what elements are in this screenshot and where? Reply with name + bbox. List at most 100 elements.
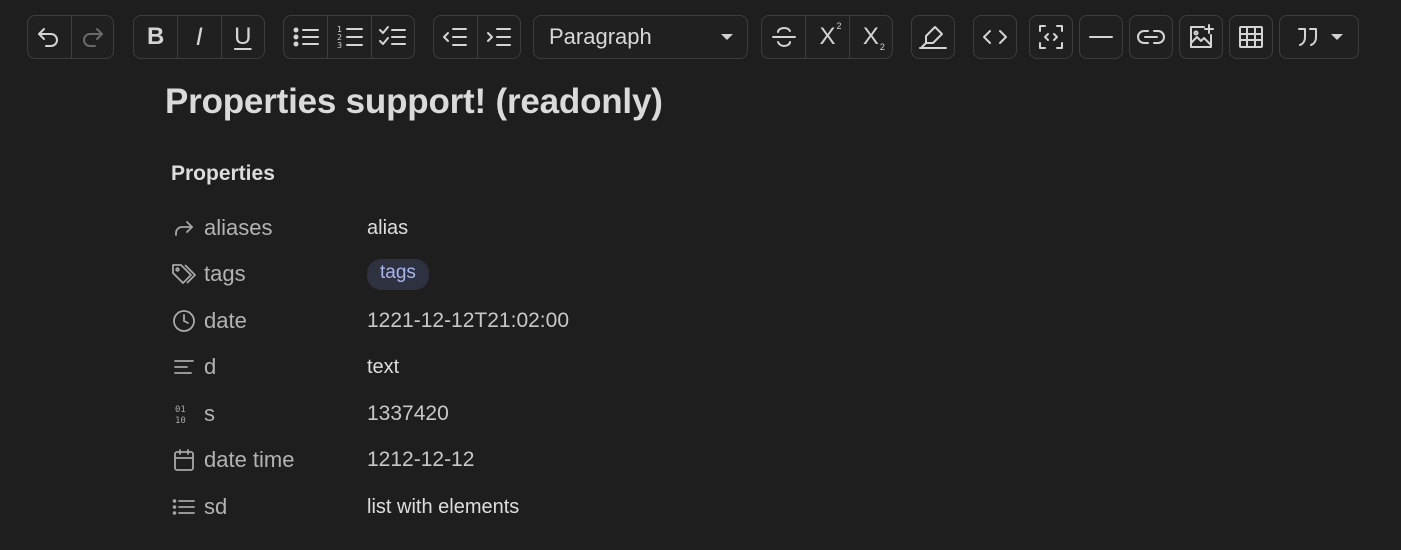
horizontal-rule-button[interactable]	[1080, 16, 1122, 58]
property-key-label: d	[204, 354, 217, 379]
svg-text:10: 10	[175, 416, 186, 425]
property-row-date[interactable]: date 1221-12-12T21:02:00	[171, 303, 871, 339]
inline-code-button[interactable]	[974, 16, 1016, 58]
link-group	[1129, 15, 1173, 59]
underline-icon: U	[234, 23, 252, 50]
superscript-mark: 2	[836, 21, 842, 31]
tag-pill[interactable]: tags	[367, 258, 429, 290]
property-value: text	[367, 355, 400, 378]
property-row-tags[interactable]: tags tags	[171, 256, 871, 292]
bullet-list-icon	[292, 25, 320, 49]
property-key-label: tags	[204, 261, 246, 286]
script-group: X2 X2	[761, 15, 893, 59]
highlight-group	[911, 15, 955, 59]
task-list-button[interactable]	[370, 16, 414, 58]
property-row-d[interactable]: d text	[171, 349, 871, 385]
property-row-sd[interactable]: sd list with elements	[171, 489, 871, 525]
property-key: d	[171, 354, 367, 380]
redo-icon	[79, 25, 105, 49]
subscript-mark: 2	[879, 42, 885, 52]
paragraph-style-value: Paragraph	[549, 24, 652, 49]
strikethrough-button[interactable]	[762, 16, 805, 58]
table-icon	[1238, 24, 1264, 50]
code-block-icon	[1038, 24, 1064, 50]
subscript-button[interactable]: X2	[848, 16, 892, 58]
subscript-icon: X2	[862, 23, 885, 53]
highlight-button[interactable]	[912, 16, 954, 58]
link-icon	[1136, 27, 1166, 47]
property-row-s[interactable]: 01 10 s 1337420	[171, 396, 871, 432]
code-block-group	[1029, 15, 1073, 59]
list-icon	[171, 494, 197, 520]
undo-button[interactable]	[28, 16, 71, 58]
property-key: date	[171, 308, 367, 334]
property-value: tags	[367, 258, 429, 290]
quote-icon	[1295, 25, 1321, 49]
link-button[interactable]	[1130, 16, 1172, 58]
blockquote-button[interactable]	[1280, 16, 1358, 58]
tags-icon	[171, 261, 197, 287]
property-value: 1221-12-12T21:02:00	[367, 309, 569, 332]
property-key-label: aliases	[204, 215, 273, 240]
bold-button[interactable]: B	[134, 16, 177, 58]
property-value: alias	[367, 216, 409, 239]
property-row-date-time[interactable]: date time 1212-12-12	[171, 442, 871, 478]
redo-button[interactable]	[70, 16, 114, 58]
property-key: 01 10 s	[171, 401, 367, 427]
highlighter-icon	[918, 24, 948, 50]
italic-icon: I	[195, 23, 204, 51]
binary-number-icon: 01 10	[171, 401, 197, 427]
task-list-icon	[378, 25, 407, 49]
format-group: B I U	[133, 15, 265, 59]
bullet-list-button[interactable]	[284, 16, 327, 58]
add-image-icon	[1187, 23, 1215, 51]
chevron-down-icon	[721, 34, 733, 40]
code-group	[973, 15, 1017, 59]
paragraph-style-select[interactable]: Paragraph	[533, 15, 748, 59]
outdent-button[interactable]	[434, 16, 477, 58]
superscript-button[interactable]: X2	[805, 16, 848, 58]
svg-text:3: 3	[337, 41, 342, 50]
property-key-label: s	[204, 401, 215, 426]
editor-toolbar: B I U 123 Paragraph X 2 X 2	[0, 0, 1401, 76]
code-icon	[981, 26, 1009, 48]
text-lines-icon	[171, 354, 197, 380]
insert-table-button[interactable]	[1230, 16, 1272, 58]
property-key-label: date time	[204, 447, 295, 472]
property-value: 1212-12-12	[367, 448, 475, 471]
property-key: aliases	[171, 215, 367, 241]
underline-button[interactable]: U	[220, 16, 264, 58]
ordered-list-icon: 123	[336, 24, 364, 50]
table-group	[1229, 15, 1273, 59]
subscript-base: X	[862, 23, 879, 50]
indent-icon	[486, 26, 512, 48]
code-block-button[interactable]	[1030, 16, 1072, 58]
property-row-aliases[interactable]: aliases alias	[171, 210, 871, 246]
bold-icon: B	[146, 23, 165, 50]
property-key: sd	[171, 494, 367, 520]
forward-arrow-icon	[171, 215, 197, 241]
undo-icon	[36, 25, 62, 49]
properties-heading: Properties	[171, 162, 275, 185]
insert-image-button[interactable]	[1180, 16, 1222, 58]
property-key-label: sd	[204, 494, 228, 519]
blockquote-group	[1279, 15, 1359, 59]
page-title: Properties support! (readonly)	[165, 82, 663, 121]
property-key: date time	[171, 447, 367, 473]
ordered-list-button[interactable]: 123	[327, 16, 370, 58]
clock-icon	[171, 308, 197, 334]
property-value: list with elements	[367, 495, 520, 518]
svg-text:01: 01	[175, 405, 186, 415]
property-key: tags	[171, 261, 367, 287]
italic-button[interactable]: I	[177, 16, 220, 58]
horizontal-rule-icon	[1088, 34, 1114, 40]
superscript-base: X	[819, 23, 836, 50]
list-group: 123	[283, 15, 415, 59]
property-key-label: date	[204, 308, 247, 333]
hr-group	[1079, 15, 1123, 59]
calendar-icon	[171, 447, 197, 473]
outdent-icon	[442, 26, 468, 48]
indent-button[interactable]	[476, 16, 520, 58]
indent-group	[433, 15, 521, 59]
image-group	[1179, 15, 1223, 59]
